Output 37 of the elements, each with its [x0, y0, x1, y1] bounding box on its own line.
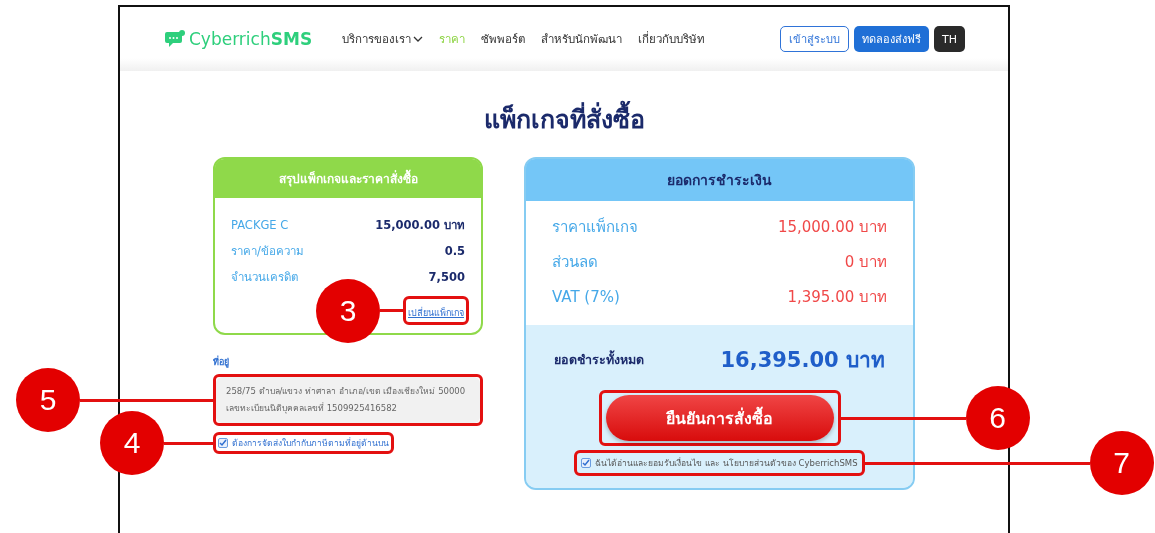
total-value: 16,395.00 บาท [720, 347, 885, 374]
check-icon [219, 439, 227, 447]
confirm-order-button[interactable]: ยืนยันการสั่งซื้อ [605, 395, 834, 441]
nav-link[interactable]: เกี่ยวกับบริษัท [638, 30, 706, 48]
row-value: 0.5 [444, 244, 465, 258]
row-label: ราคาแพ็กเกจ [552, 216, 638, 238]
row-label: ส่วนลด [552, 252, 598, 273]
row-label: VAT (7%) [552, 288, 620, 306]
chevron-down-icon [413, 35, 424, 43]
nav-link[interactable]: สำหรับนักพัฒนา [541, 30, 623, 48]
callout-number: 3 [316, 278, 380, 343]
check-icon [582, 459, 591, 467]
row-value: 7,500 [428, 270, 465, 284]
chat-bubble-icon [165, 30, 185, 48]
page-title: แพ็กเกจที่สั่งซื้อ [120, 99, 1008, 139]
address-label: ที่อยู่ [213, 355, 230, 369]
callout-number: 7 [1089, 431, 1154, 495]
card-header: ยอดการชำระเงิน [526, 159, 913, 201]
row-value: 15,000.00 บาท [375, 217, 465, 234]
nav-link[interactable]: ซัพพอร์ต [481, 30, 526, 48]
address-field[interactable]: 258/75 ตำบล/แขวง ท่าศาลา อำเภอ/เขต เมืองเชียงใหม่ 50000 เลขทะเบียนนิติบุคคลเลขที่ 1509925416582 [216, 377, 480, 423]
total-label: ยอดชำระทั้งหมด [554, 349, 644, 369]
logo-text: CyberrichSMS [189, 29, 313, 49]
callout-number: 5 [16, 368, 80, 432]
card-header: สรุปแพ็กเกจและราคาสั่งซื้อ [215, 159, 481, 198]
nav-link[interactable]: บริการของเรา [342, 30, 424, 48]
row-value: 1,395.00 บาท [787, 287, 887, 308]
row-label: จำนวนเครดิต [231, 269, 298, 286]
row-label: ราคา/ข้อความ [231, 243, 304, 260]
row-value: 0 บาท [844, 252, 887, 273]
callout-number: 6 [965, 386, 1030, 450]
free-trial-button[interactable]: ทดลองส่งฟรี [854, 26, 929, 52]
row-label: PACKGE C [231, 218, 289, 232]
language-button[interactable]: TH [934, 26, 965, 52]
row-value: 15,000.00 บาท [777, 217, 887, 238]
login-button[interactable]: เข้าสู่ระบบ [780, 26, 849, 52]
callout-number: 4 [100, 411, 164, 475]
